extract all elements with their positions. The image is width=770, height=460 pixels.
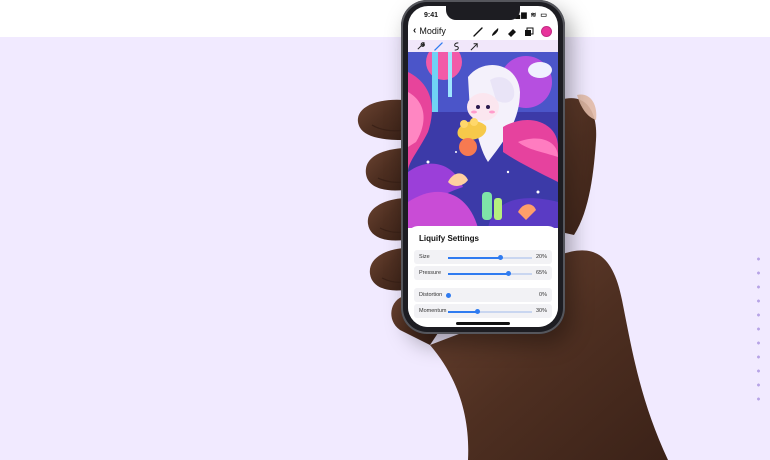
smudge-icon[interactable] (490, 27, 500, 37)
tool-group (473, 26, 552, 37)
setting-row-pressure: Pressure 65% (414, 266, 552, 280)
momentum-slider[interactable] (448, 309, 532, 314)
eraser-icon[interactable] (507, 27, 517, 37)
home-indicator (456, 322, 510, 325)
distortion-slider[interactable] (445, 293, 532, 298)
layers-icon[interactable] (524, 27, 534, 37)
modify-subtoolbar (408, 40, 558, 52)
setting-label: Size (419, 254, 430, 260)
setting-row-size: Size 20% (414, 250, 552, 264)
pressure-slider[interactable] (448, 271, 532, 276)
size-slider[interactable] (448, 255, 532, 260)
artwork-canvas[interactable] (408, 52, 558, 228)
app-toolbar: ‹ Modify (408, 24, 558, 40)
slider-fill (448, 311, 478, 313)
slider-knob[interactable] (497, 255, 503, 260)
arrow-icon[interactable] (470, 42, 479, 51)
back-label: Modify (419, 25, 446, 36)
setting-value: 20% (535, 254, 547, 260)
chevron-left-icon: ‹ (413, 25, 417, 36)
setting-value: 30% (535, 308, 547, 314)
setting-value: 0% (539, 292, 547, 298)
setting-label: Distortion (419, 292, 443, 298)
wrench-icon[interactable] (416, 41, 425, 51)
slider-knob[interactable] (474, 309, 480, 314)
setting-label: Pressure (419, 270, 442, 276)
slider-fill (448, 257, 501, 259)
panel-title: Liquify Settings (419, 234, 479, 243)
setting-value: 65% (535, 270, 547, 276)
brush-icon[interactable] (473, 26, 483, 37)
setting-label: Momentum (419, 308, 447, 314)
phone-notch (446, 6, 520, 20)
slider-knob[interactable] (445, 293, 451, 298)
s-curve-icon[interactable] (452, 41, 461, 51)
hand-illustration (357, 94, 668, 460)
setting-row-momentum: Momentum 30% (414, 304, 552, 318)
color-picker-button[interactable] (541, 26, 552, 37)
slider-knob[interactable] (505, 271, 511, 276)
status-time: 9:41 (424, 12, 439, 19)
setting-row-distortion: Distortion 0% (414, 288, 552, 302)
phone-screen: 9:41 ▂▄▆ ≋ ▭ ‹ Modify Liquify Settings S… (408, 6, 558, 327)
liquify-settings-panel: Liquify Settings Size 20% Pressure 65% D… (408, 226, 558, 327)
liquify-brush-icon[interactable] (434, 41, 443, 51)
back-button[interactable]: ‹ Modify (413, 25, 446, 36)
slider-fill (448, 273, 509, 275)
